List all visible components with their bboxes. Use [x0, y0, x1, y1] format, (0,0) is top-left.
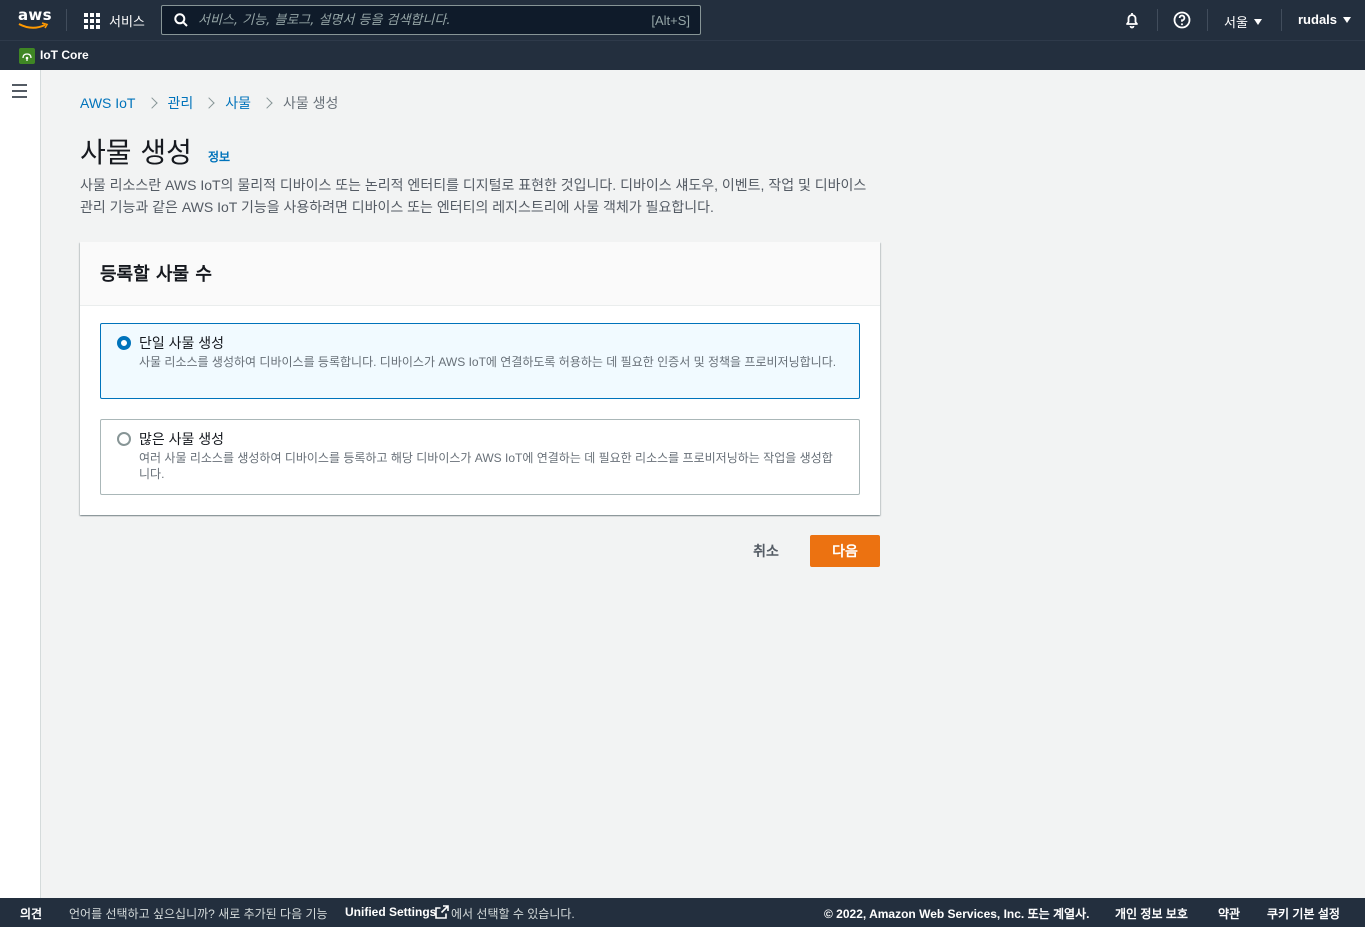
cancel-button[interactable]: 취소 — [736, 535, 796, 567]
top-navigation: aws 서비스 [Alt+S] 서울 rudals — [0, 0, 1365, 40]
nav-divider — [1207, 9, 1208, 31]
account-menu[interactable]: rudals — [1298, 12, 1352, 27]
side-navigation-rail — [0, 70, 41, 898]
thing-count-panel: 등록할 사물 수 단일 사물 생성 사물 리소스를 생성하여 디바이스를 등록합… — [80, 242, 880, 515]
aws-logo[interactable]: aws — [18, 8, 52, 32]
radio-unselected[interactable] — [117, 432, 131, 446]
iot-core-icon — [19, 48, 35, 64]
page-description: 사물 리소스란 AWS IoT의 물리적 디바이스 또는 논리적 엔터티를 디지… — [80, 177, 867, 215]
option-description: 여러 사물 리소스를 생성하여 디바이스를 등록하고 해당 디바이스가 AWS … — [139, 451, 833, 481]
services-label: 서비스 — [109, 14, 145, 29]
caret-down-icon — [1343, 16, 1352, 23]
nav-divider — [1157, 9, 1158, 31]
feedback-link[interactable]: 의견 — [20, 905, 42, 922]
option-title: 많은 사물 생성 — [139, 431, 225, 447]
account-username: rudals — [1298, 12, 1338, 27]
grid-icon — [84, 12, 100, 29]
terms-link[interactable]: 약관 — [1218, 905, 1240, 922]
nav-divider — [1281, 9, 1282, 31]
help-icon[interactable] — [1172, 10, 1192, 30]
language-prompt: 언어를 선택하고 싶으십니까? 새로 추가된 다음 기능 — [69, 907, 328, 921]
external-link-icon — [435, 905, 449, 919]
option-single-thing[interactable]: 단일 사물 생성 사물 리소스를 생성하여 디바이스를 등록합니다. 디바이스가… — [100, 323, 860, 399]
nav-divider — [66, 9, 67, 31]
services-menu-button[interactable]: 서비스 — [84, 11, 145, 30]
region-selector[interactable]: 서울 — [1224, 12, 1262, 31]
breadcrumb-current: 사물 생성 — [283, 95, 339, 111]
notifications-bell-icon[interactable] — [1122, 10, 1142, 30]
service-link-iot-core[interactable]: IoT Core — [40, 48, 89, 62]
footer: 의견 언어를 선택하고 싶으십니까? 새로 추가된 다음 기능 Unified … — [0, 898, 1365, 927]
aws-smile-icon — [18, 22, 49, 29]
chevron-right-icon — [205, 97, 213, 109]
cookie-preferences-link[interactable]: 쿠키 기본 설정 — [1267, 905, 1340, 922]
search-bar[interactable]: [Alt+S] — [161, 5, 701, 35]
breadcrumb-things[interactable]: 사물 — [225, 93, 251, 113]
chevron-right-icon — [263, 97, 271, 109]
panel-title: 등록할 사물 수 — [100, 264, 212, 285]
next-button[interactable]: 다음 — [810, 535, 880, 567]
breadcrumb-aws-iot[interactable]: AWS IoT — [80, 95, 136, 111]
menu-toggle-icon[interactable] — [12, 84, 28, 98]
breadcrumb: AWS IoT 관리 사물 사물 생성 — [80, 93, 338, 113]
panel-header: 등록할 사물 수 — [80, 242, 880, 306]
option-title: 단일 사물 생성 — [139, 335, 225, 351]
option-description: 사물 리소스를 생성하여 디바이스를 등록합니다. 디바이스가 AWS IoT에… — [139, 355, 837, 369]
search-shortcut-hint: [Alt+S] — [651, 12, 690, 28]
service-bar: IoT Core — [0, 40, 1365, 70]
privacy-link[interactable]: 개인 정보 보호 — [1115, 905, 1188, 922]
region-label: 서울 — [1224, 15, 1248, 30]
option-many-things[interactable]: 많은 사물 생성 여러 사물 리소스를 생성하여 디바이스를 등록하고 해당 디… — [100, 419, 860, 495]
language-prompt-suffix: 에서 선택할 수 있습니다. — [451, 907, 575, 921]
copyright: © 2022, Amazon Web Services, Inc. 또는 계열사… — [824, 907, 1090, 921]
info-link[interactable]: 정보 — [208, 148, 230, 165]
page-title: 사물 생성 — [80, 136, 192, 169]
breadcrumb-manage[interactable]: 관리 — [168, 93, 194, 113]
search-input[interactable] — [198, 12, 652, 28]
radio-selected[interactable] — [117, 336, 131, 350]
unified-settings-link[interactable]: Unified Settings — [345, 905, 436, 919]
aws-logo-text: aws — [18, 6, 52, 24]
chevron-right-icon — [148, 97, 156, 109]
caret-down-icon — [1253, 18, 1262, 25]
search-icon — [174, 13, 188, 27]
